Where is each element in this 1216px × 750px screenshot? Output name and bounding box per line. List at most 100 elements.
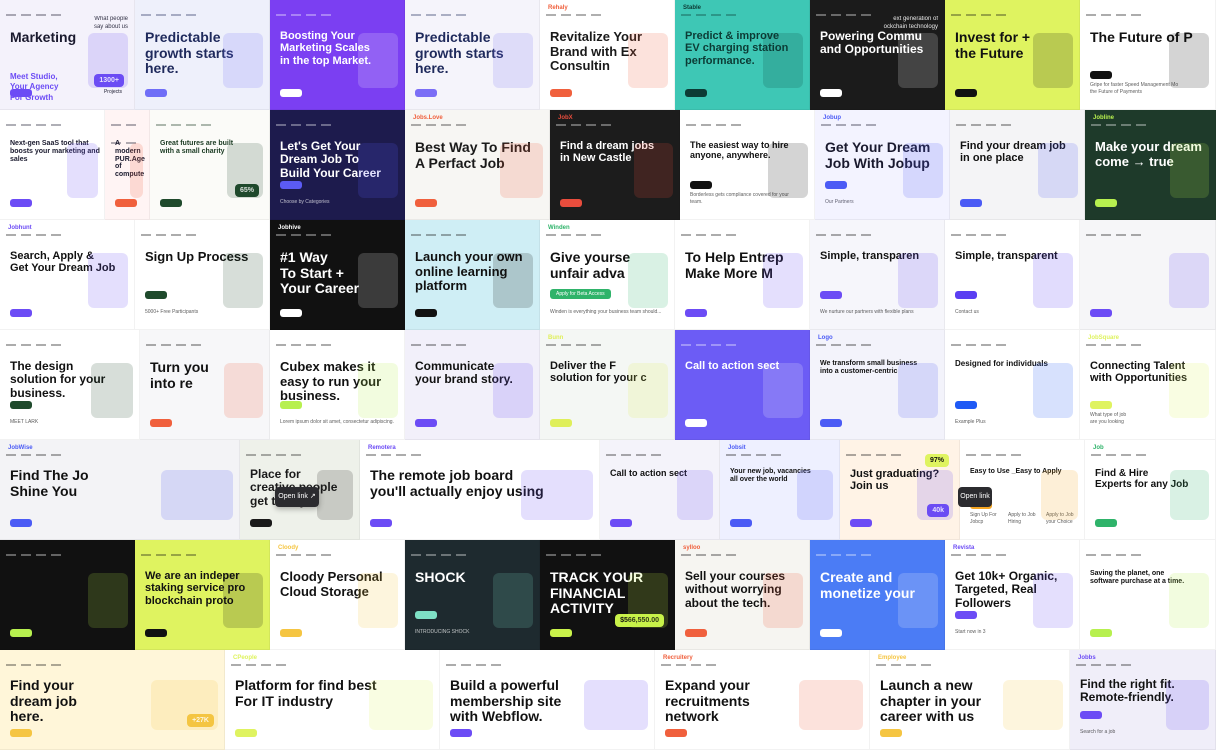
website-thumbnail[interactable]: Designed for individuals Example Plus bbox=[945, 330, 1080, 440]
thumbnail-hero-image bbox=[161, 470, 233, 520]
thumbnail-hero-image bbox=[917, 470, 953, 520]
website-thumbnail[interactable]: Build a powerful membership site with We… bbox=[440, 650, 655, 750]
website-thumbnail[interactable]: Stable Predict & improve EV charging stat… bbox=[675, 0, 810, 110]
website-thumbnail[interactable]: Create and monetize your bbox=[810, 540, 945, 650]
website-thumbnail[interactable]: Sign Up Process 5000+ Free Participants bbox=[135, 220, 270, 330]
thumbnail-cta-button bbox=[10, 629, 32, 637]
website-thumbnail[interactable]: Predictable growth starts here. bbox=[405, 0, 540, 110]
thumbnail-hero-image bbox=[223, 253, 263, 308]
website-thumbnail[interactable]: Jobbs Find the right fit. Remote-friendly… bbox=[1070, 650, 1216, 750]
website-thumbnail[interactable]: Logo We transform small business into a c… bbox=[810, 330, 945, 440]
website-thumbnail[interactable]: Jobhunt Search, Apply & Get Your Dream Jo… bbox=[0, 220, 135, 330]
thumbnail-hero-image bbox=[358, 253, 398, 308]
thumbnail-subtext: Lorem ipsum dolor sit amet, consectetur … bbox=[280, 418, 394, 425]
thumbnail-subtext: Start now in 3 bbox=[955, 628, 986, 635]
website-thumbnail[interactable]: Next-gen SaaS tool that boosts your mark… bbox=[0, 110, 105, 220]
website-thumbnail[interactable]: Jobup Get Your Dream Job With Jobup Our Pa… bbox=[815, 110, 950, 220]
website-thumbnail[interactable]: A modern PUR.Age of compute bbox=[105, 110, 150, 220]
thumbnail-cta-button bbox=[955, 291, 977, 299]
thumbnail-hero-image bbox=[67, 143, 98, 198]
thumbnail-cta-button bbox=[115, 199, 137, 207]
website-thumbnail[interactable]: Launch your own online learning platform bbox=[405, 220, 540, 330]
website-thumbnail[interactable]: Communicate your brand story. bbox=[405, 330, 540, 440]
thumbnail-caption: Meet Studio, Your Agency For Growth bbox=[10, 71, 59, 102]
website-thumbnail[interactable]: TRACK YOUR FINANCIAL ACTIVITY $566,550.00 bbox=[540, 540, 675, 650]
website-thumbnail[interactable]: Call to action sect bbox=[600, 440, 720, 540]
website-thumbnail[interactable]: Simple, transparent Contact us bbox=[945, 220, 1080, 330]
thumbnail-nav bbox=[681, 226, 803, 236]
website-thumbnail[interactable]: Simple, transparen We nurture our partner… bbox=[810, 220, 945, 330]
website-thumbnail[interactable]: Rehaly Revitalize Your Brand with Ex Cons… bbox=[540, 0, 675, 110]
website-thumbnail[interactable]: Job Find & Hire Experts for any Job bbox=[1085, 440, 1216, 540]
website-thumbnail[interactable]: We are an indeper staking service pro bl… bbox=[135, 540, 270, 650]
thumbnail-caption: ext generation of ockchain technology bbox=[883, 16, 938, 30]
thumbnail-hero-image bbox=[493, 33, 533, 88]
website-thumbnail[interactable]: To Help Entrep Make More M bbox=[675, 220, 810, 330]
thumbnail-cta-button bbox=[10, 89, 32, 97]
website-thumbnail[interactable]: Jobs.Love Best Way To Find A Perfact Job bbox=[405, 110, 550, 220]
website-thumbnail[interactable]: Remotera The remote job board you'll actu… bbox=[360, 440, 600, 540]
website-thumbnail[interactable]: sylloo Sell your courses without worrying… bbox=[675, 540, 810, 650]
website-thumbnail[interactable]: Cloody Cloody Personal Cloud Storage bbox=[270, 540, 405, 650]
website-thumbnail[interactable]: The design solution for your business. ME… bbox=[0, 330, 140, 440]
thumbnail-subtext: MEET LARK bbox=[10, 418, 39, 425]
thumbnail-nav bbox=[6, 656, 218, 666]
website-thumbnail[interactable]: The Future of P Gripe for faster Speed Ma… bbox=[1080, 0, 1216, 110]
thumbnail-cta-button bbox=[730, 519, 752, 527]
thumbnail-nav bbox=[6, 116, 98, 126]
website-thumbnail[interactable]: Marketing What people say about us Meet St… bbox=[0, 0, 135, 110]
thumbnail-logo: Jobbs bbox=[1078, 655, 1096, 661]
website-thumbnail[interactable]: Call to action sect bbox=[675, 330, 810, 440]
website-thumbnail[interactable]: Invest for + the Future bbox=[945, 0, 1080, 110]
open-link-button-secondary[interactable]: Open link bbox=[958, 487, 992, 507]
thumbnail-nav bbox=[966, 446, 1078, 456]
website-thumbnail[interactable]: Turn you into re bbox=[140, 330, 270, 440]
website-thumbnail[interactable]: Boosting Your Marketing Scales in the to… bbox=[270, 0, 405, 110]
website-thumbnail[interactable]: Predictable growth starts here. bbox=[135, 0, 270, 110]
thumbnail-hero-image bbox=[1170, 143, 1209, 198]
website-thumbnail[interactable]: SHOCK INTRODUCING SHOCK bbox=[405, 540, 540, 650]
website-thumbnail[interactable]: Jobsit Your new job, vacancies all over t… bbox=[720, 440, 840, 540]
website-thumbnail[interactable]: Cubex makes it easy to run your business… bbox=[270, 330, 405, 440]
website-thumbnail[interactable]: Jobline Make your dream come → true bbox=[1085, 110, 1216, 220]
thumbnail-cta-button bbox=[1095, 199, 1117, 207]
thumbnail-nav bbox=[6, 446, 233, 456]
thumbnail-logo: Recruitery bbox=[663, 655, 693, 661]
website-thumbnail[interactable]: Winden Give yourse unfair adva Winden is e… bbox=[540, 220, 675, 330]
website-thumbnail[interactable]: JobX Find a dream jobs in New Castle bbox=[550, 110, 680, 220]
website-thumbnail[interactable]: JobWise Find The Jo Shine You bbox=[0, 440, 240, 540]
website-thumbnail[interactable]: Find your dream job in one place bbox=[950, 110, 1085, 220]
website-thumbnail[interactable] bbox=[1080, 220, 1216, 330]
thumbnail-nav bbox=[1091, 446, 1209, 456]
website-thumbnail[interactable]: Great futures are built with a small cha… bbox=[150, 110, 270, 220]
thumbnail-hero-image bbox=[223, 573, 263, 628]
website-thumbnail[interactable]: CPeople Platform for find best For IT ind… bbox=[225, 650, 440, 750]
thumbnail-logo: Jobhive bbox=[278, 225, 301, 231]
website-thumbnail[interactable]: The easiest way to hire anyone, anywhere… bbox=[680, 110, 815, 220]
thumbnail-nav bbox=[816, 226, 938, 236]
website-thumbnail[interactable]: Just graduating? Join us 40k 97% bbox=[840, 440, 960, 540]
website-thumbnail[interactable]: Bunn Deliver the F solution for your c bbox=[540, 330, 675, 440]
website-thumbnail[interactable]: JobSquare Connecting Talent with Opportun… bbox=[1080, 330, 1216, 440]
thumbnail-cta-button bbox=[250, 519, 272, 527]
website-thumbnail[interactable]: Let's Get Your Dream Job To Build Your C… bbox=[270, 110, 405, 220]
website-thumbnail[interactable]: Jobhive #1 Way To Start + Your Career bbox=[270, 220, 405, 330]
thumbnail-nav bbox=[411, 226, 533, 236]
website-thumbnail[interactable] bbox=[0, 540, 135, 650]
thumbnail-hero-image bbox=[1038, 143, 1078, 198]
website-thumbnail[interactable]: Saving the planet, one software purchase… bbox=[1080, 540, 1216, 650]
website-thumbnail[interactable]: Revista Get 10k+ Organic, Targeted, Real … bbox=[945, 540, 1080, 650]
thumbnail-nav bbox=[141, 226, 263, 236]
website-thumbnail[interactable]: Find your dream job here. +27K bbox=[0, 650, 225, 750]
website-thumbnail[interactable]: Employee Launch a new chapter in your car… bbox=[870, 650, 1070, 750]
website-thumbnail[interactable]: Recruitery Expand your recruitments netwo… bbox=[655, 650, 870, 750]
thumbnail-cta-button bbox=[415, 611, 437, 619]
thumbnail-cta-button bbox=[1090, 401, 1112, 409]
thumbnail-nav bbox=[956, 116, 1078, 126]
thumbnail-cta-button bbox=[10, 401, 32, 409]
thumbnail-cta-button bbox=[685, 419, 707, 427]
open-link-button[interactable]: Open link ↗ bbox=[275, 487, 319, 507]
website-thumbnail[interactable]: Powering Commu and Opportunities ext gene… bbox=[810, 0, 945, 110]
thumbnail-cta-button bbox=[550, 419, 572, 427]
thumbnail-subtext: Example Plus bbox=[955, 418, 986, 425]
